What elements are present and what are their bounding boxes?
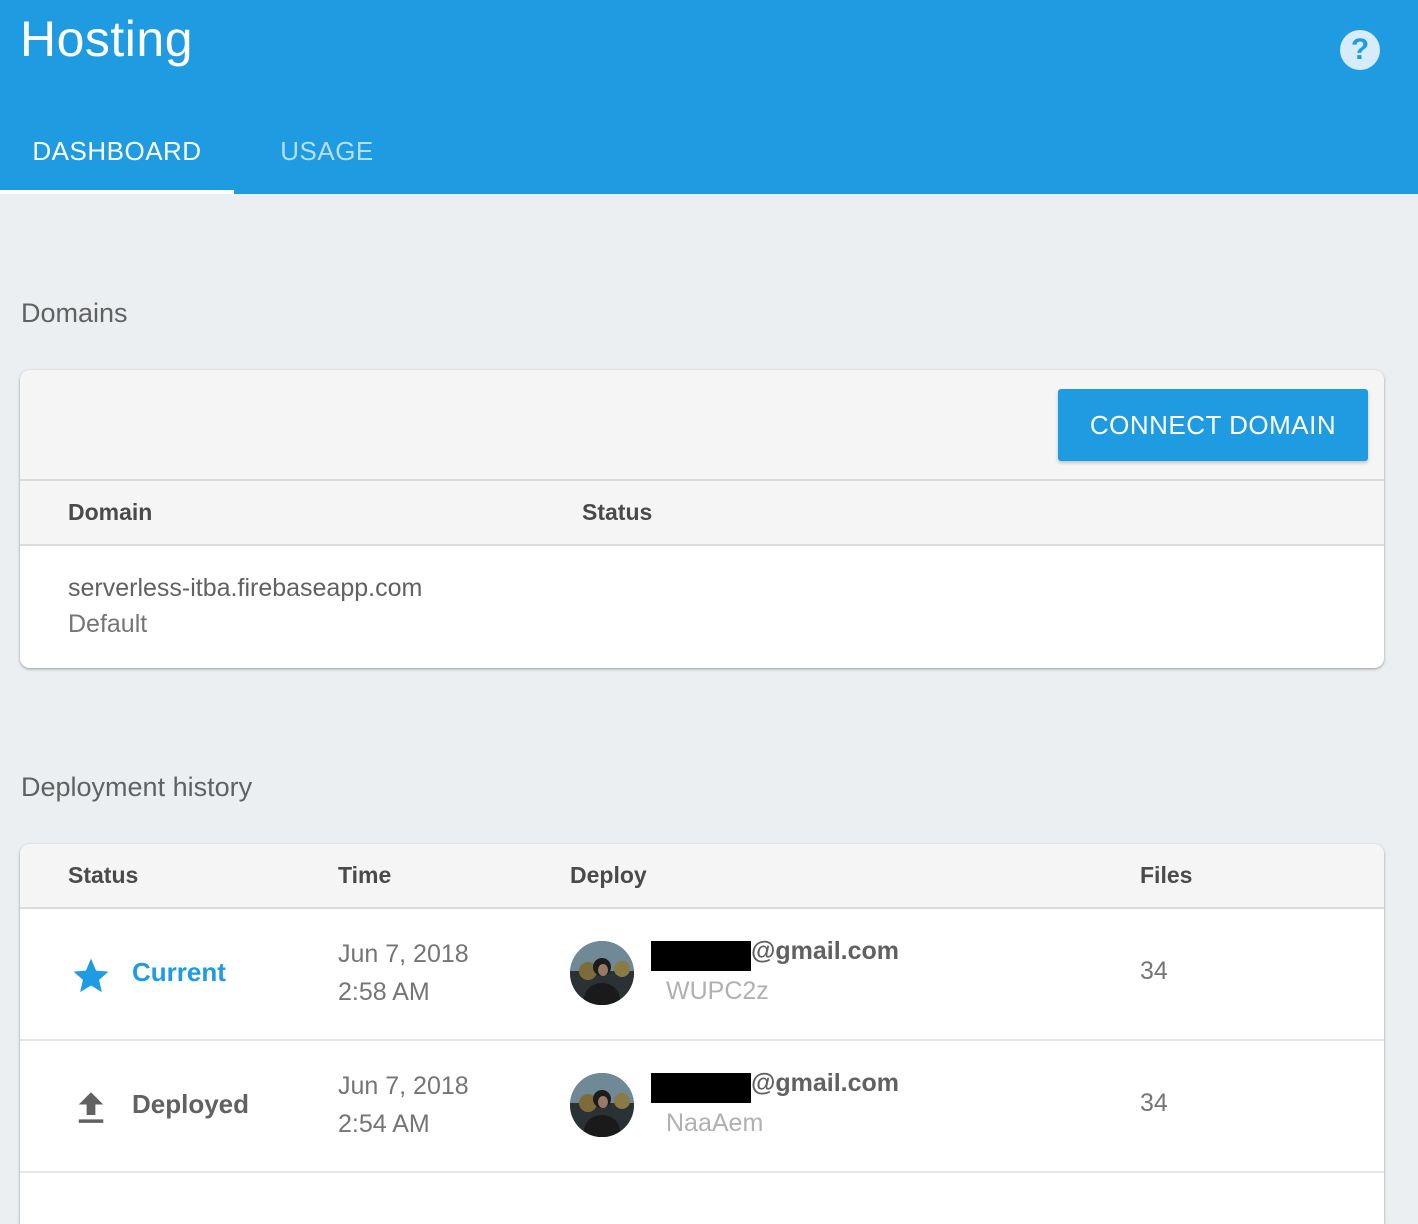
deploy-id: NaaAem bbox=[666, 1109, 764, 1137]
table-row[interactable]: Deployed Jun 7, 2018 2:54 AM @gmail.com … bbox=[20, 1041, 1384, 1173]
deployer-email: @gmail.com bbox=[751, 937, 900, 965]
domains-card: CONNECT DOMAIN Domain Status serverless-… bbox=[20, 370, 1384, 668]
column-header-files[interactable]: Files bbox=[1140, 844, 1192, 907]
redacted-email-prefix bbox=[651, 1073, 751, 1103]
tab-usage[interactable]: USAGE bbox=[234, 130, 420, 194]
deployment-card: Status Time Deploy Files Current Jun 7, … bbox=[20, 844, 1384, 1224]
deploy-date: Jun 7, 2018 bbox=[338, 940, 469, 968]
app-header: Hosting ? DASHBOARD USAGE bbox=[0, 0, 1418, 194]
table-row: serverless-itba.firebaseapp.com Default bbox=[20, 546, 1384, 666]
deploy-time: Jun 7, 2018 2:54 AM bbox=[338, 1067, 469, 1143]
deploy-clock: 2:54 AM bbox=[338, 1110, 430, 1138]
column-header-time[interactable]: Time bbox=[338, 844, 391, 907]
file-count: 34 bbox=[1140, 957, 1168, 985]
file-count: 34 bbox=[1140, 1089, 1168, 1117]
deploy-clock: 2:58 AM bbox=[338, 978, 430, 1006]
deploy-id: WUPC2z bbox=[666, 977, 769, 1005]
help-icon[interactable]: ? bbox=[1340, 30, 1380, 70]
redacted-email-prefix bbox=[651, 941, 751, 971]
deployment-table-header: Status Time Deploy Files bbox=[20, 844, 1384, 909]
deployer-email: @gmail.com bbox=[751, 1069, 900, 1097]
upload-icon bbox=[78, 1092, 104, 1123]
deployment-section-title: Deployment history bbox=[21, 772, 253, 802]
column-header-status[interactable]: Status bbox=[582, 481, 652, 544]
domains-table-header: Domain Status bbox=[20, 481, 1384, 546]
deploy-date: Jun 7, 2018 bbox=[338, 1072, 469, 1100]
avatar bbox=[570, 941, 634, 1005]
domain-name[interactable]: serverless-itba.firebaseapp.com bbox=[68, 574, 422, 603]
connect-domain-button[interactable]: CONNECT DOMAIN bbox=[1058, 389, 1368, 461]
column-header-deploy[interactable]: Deploy bbox=[570, 844, 647, 907]
page-title: Hosting bbox=[20, 11, 194, 67]
deploy-time: Jun 7, 2018 2:58 AM bbox=[338, 935, 469, 1011]
status-label: Current bbox=[132, 957, 226, 987]
domains-section-title: Domains bbox=[21, 298, 128, 328]
column-header-status[interactable]: Status bbox=[68, 844, 138, 907]
domain-default-label: Default bbox=[68, 610, 148, 638]
domains-toolbar: CONNECT DOMAIN bbox=[20, 370, 1384, 481]
tab-dashboard[interactable]: DASHBOARD bbox=[0, 130, 234, 194]
avatar bbox=[570, 1073, 634, 1137]
table-row[interactable]: Current Jun 7, 2018 2:58 AM @gmail.com W… bbox=[20, 909, 1384, 1041]
status-label: Deployed bbox=[132, 1089, 250, 1119]
star-icon bbox=[73, 958, 109, 993]
column-header-domain[interactable]: Domain bbox=[68, 481, 152, 544]
